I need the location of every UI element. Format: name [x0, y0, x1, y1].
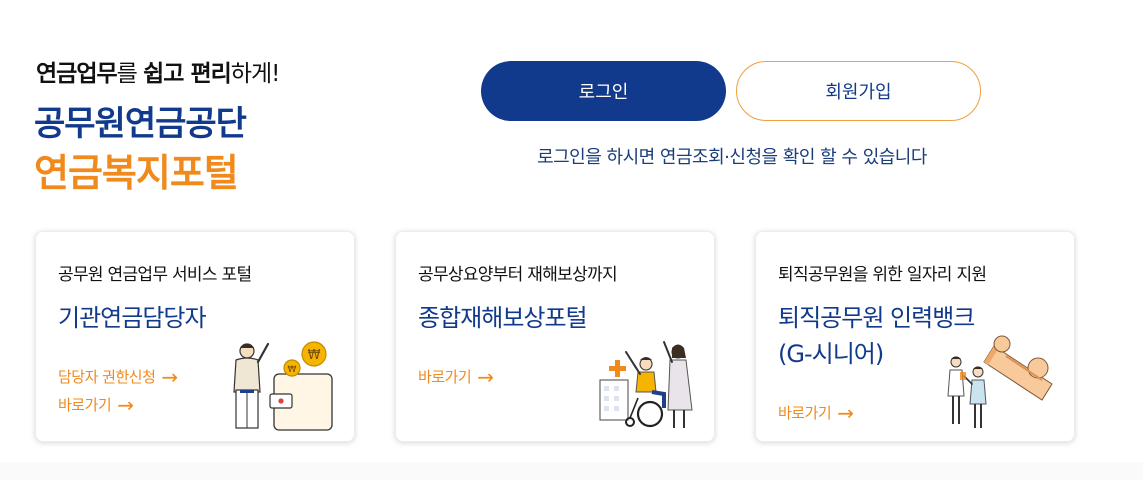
svg-text:₩: ₩: [308, 348, 321, 363]
tagline-bold-1: 연금업무: [36, 61, 118, 87]
card-title: 기관연금담당자: [58, 304, 207, 332]
shortcut-link[interactable]: 바로가기 →: [418, 364, 494, 389]
permission-request-link[interactable]: 담당자 권한신청 →: [58, 366, 178, 387]
login-note: 로그인을 하시면 연금조회·신청을 확인 할 수 있습니다: [537, 147, 927, 168]
card-title: 종합재해보상포털: [418, 304, 588, 332]
tagline-bold-2: 쉽고 편리: [143, 61, 232, 87]
hero-tagline: 연금업무를 쉽고 편리하게!: [36, 54, 281, 88]
people-with-giant-pencil-illustration: [947, 335, 1053, 428]
tagline-mid: 를: [116, 61, 144, 87]
login-button[interactable]: 로그인: [481, 61, 726, 121]
wheelchair-hospital-illustration: [599, 341, 693, 428]
arrow-right-icon: →: [837, 400, 854, 425]
arrow-right-icon: →: [161, 364, 178, 389]
shortcut-link[interactable]: 바로가기 →: [778, 400, 854, 425]
link-label: 바로가기: [778, 404, 832, 422]
link-label: 바로가기: [418, 368, 472, 386]
svg-text:₩: ₩: [288, 365, 297, 375]
card-title-line-1: 퇴직공무원 인력뱅크: [778, 304, 975, 332]
person-with-coins-and-wallet-illustration: ₩ ₩ ₩: [233, 341, 333, 431]
card-agency-pension-manager[interactable]: 공무원 연금업무 서비스 포털 기관연금담당자 담당자 권한신청 → 바로가기 …: [35, 231, 355, 442]
link-label: 담당자 권한신청: [58, 368, 156, 386]
card-subtitle: 공무상요양부터 재해보상까지: [418, 265, 618, 285]
card-disaster-compensation-portal[interactable]: 공무상요양부터 재해보상까지 종합재해보상포털 바로가기 →: [395, 231, 715, 442]
arrow-right-icon: →: [477, 364, 494, 389]
tagline-end: 하게!: [230, 61, 281, 87]
card-subtitle: 퇴직공무원을 위한 일자리 지원: [778, 265, 987, 285]
card-retired-official-talent-bank[interactable]: 퇴직공무원을 위한 일자리 지원 퇴직공무원 인력뱅크 (G-시니어) 바로가기…: [755, 231, 1075, 442]
join-button[interactable]: 회원가입: [736, 61, 981, 121]
card-subtitle: 공무원 연금업무 서비스 포털: [58, 265, 252, 285]
arrow-right-icon: →: [117, 392, 134, 417]
portal-name: 연금복지포털: [34, 151, 239, 195]
org-name: 공무원연금공단: [34, 104, 247, 144]
bottom-band: [0, 462, 1143, 480]
shortcut-link[interactable]: 바로가기 →: [58, 392, 134, 417]
link-label: 바로가기: [58, 396, 112, 414]
